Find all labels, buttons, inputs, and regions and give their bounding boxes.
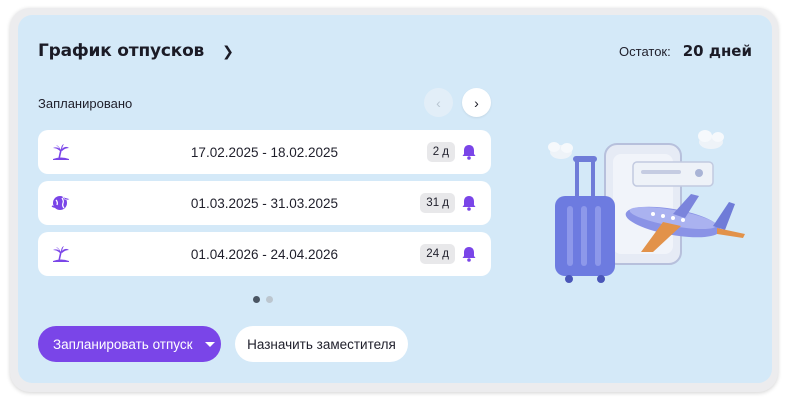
- vacation-days-badge: 24 д: [420, 244, 455, 264]
- balance-label: Остаток:: [619, 44, 671, 59]
- chevron-right-icon[interactable]: ❯: [222, 44, 234, 58]
- carousel-prev-button[interactable]: ‹: [424, 88, 453, 117]
- vacation-dates: 01.04.2026 - 24.04.2026: [190, 246, 339, 262]
- title-row[interactable]: График отпусков ❯: [38, 41, 234, 61]
- plan-vacation-button[interactable]: Запланировать отпуск: [38, 326, 221, 362]
- assign-deputy-label: Назначить заместителя: [247, 336, 396, 352]
- pagination-dot-active[interactable]: [253, 296, 260, 303]
- bell-icon[interactable]: [460, 245, 478, 263]
- vacation-item[interactable]: 17.02.2025 - 18.02.2025 2 д: [38, 130, 491, 174]
- palm-island-icon: [53, 246, 69, 262]
- assign-deputy-button[interactable]: Назначить заместителя: [235, 326, 408, 362]
- vacation-dates: 17.02.2025 - 18.02.2025: [190, 144, 339, 160]
- chevron-left-icon: ‹: [436, 94, 441, 111]
- vacation-list: 17.02.2025 - 18.02.2025 2 д 01.03.2025 -…: [38, 130, 491, 283]
- vacation-days-badge: 2 д: [426, 142, 455, 162]
- balance-value: 20 дней: [682, 42, 752, 60]
- cloud-icon: [698, 130, 724, 149]
- section-label-planned: Запланировано: [38, 96, 133, 111]
- caret-down-icon: [204, 341, 215, 347]
- vacation-item[interactable]: 01.04.2026 - 24.04.2026 24 д: [38, 232, 491, 276]
- vacation-item[interactable]: 01.03.2025 - 31.03.2025 31 д: [38, 181, 491, 225]
- vacation-schedule-card: График отпусков ❯ Остаток: 20 дней Запла…: [18, 15, 772, 383]
- carousel-next-button[interactable]: ›: [462, 88, 491, 117]
- vacation-balance: Остаток: 20 дней: [619, 42, 752, 60]
- cloud-icon: [548, 142, 573, 159]
- bell-icon[interactable]: [460, 143, 478, 161]
- carousel-pagination: [253, 296, 273, 303]
- chevron-right-icon: ›: [474, 94, 479, 111]
- page-title[interactable]: График отпусков: [38, 41, 204, 61]
- vacation-dates: 01.03.2025 - 31.03.2025: [190, 195, 339, 211]
- palm-island-icon: [53, 144, 69, 160]
- bell-icon[interactable]: [460, 194, 478, 212]
- pagination-dot[interactable]: [266, 296, 273, 303]
- vacation-days-badge: 31 д: [420, 193, 455, 213]
- globe-plane-icon: [51, 196, 71, 210]
- plan-vacation-label: Запланировать отпуск: [53, 336, 193, 352]
- travel-illustration: [548, 130, 745, 283]
